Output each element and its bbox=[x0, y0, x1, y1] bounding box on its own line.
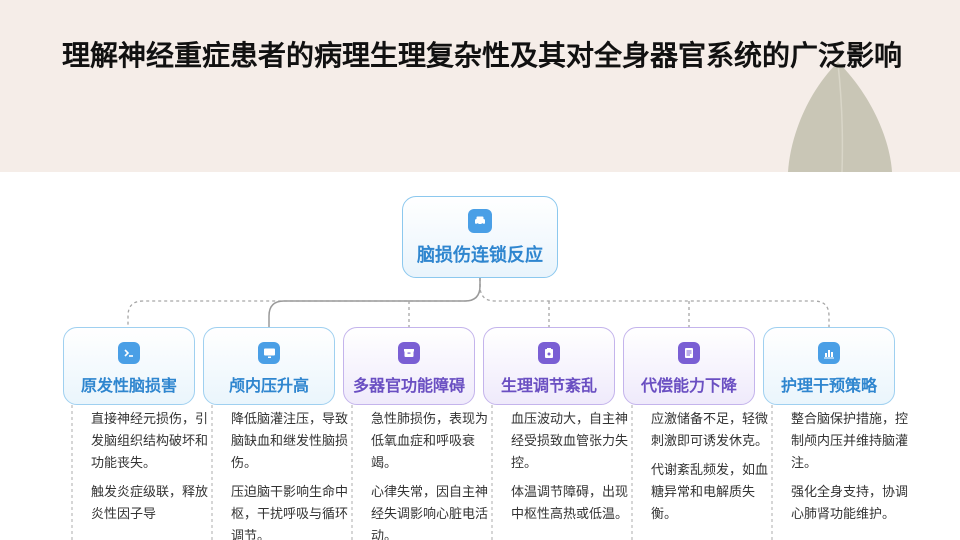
desc-intracranial-pressure: 降低脑灌注压，导致脑缺血和继发性脑损伤。 压迫脑干影响生命中枢，干扰呼吸与循环调… bbox=[231, 409, 357, 540]
desc-nursing-intervention: 整合脑保护措施，控制颅内压并维持脑灌注。 强化全身支持，协调心肺肾功能维护。 bbox=[791, 409, 917, 533]
desc-compensation-decline: 应激储备不足，轻微刺激即可诱发休克。 代谢紊乱频发，如血糖异常和电解质失衡。 bbox=[651, 409, 777, 533]
terminal-icon bbox=[118, 342, 140, 364]
desc-item: 应激储备不足，轻微刺激即可诱发休克。 bbox=[651, 412, 769, 449]
monitor-icon bbox=[258, 342, 280, 364]
root-node[interactable]: 脑损伤连锁反应 bbox=[402, 196, 558, 278]
desc-item: 血压波动大，自主神经受损致血管张力失控。 bbox=[511, 412, 629, 471]
node-nursing-intervention[interactable]: 护理干预策略 bbox=[763, 327, 895, 405]
node-physiological-dysregulation[interactable]: 生理调节紊乱 bbox=[483, 327, 615, 405]
car-icon bbox=[468, 209, 492, 233]
node-label: 护理干预策略 bbox=[780, 376, 877, 395]
node-compensation-decline[interactable]: 代偿能力下降 bbox=[623, 327, 755, 405]
desc-item: 急性肺损伤，表现为低氧血症和呼吸衰竭。 bbox=[371, 412, 489, 471]
document-icon bbox=[678, 342, 700, 364]
bar-chart-icon bbox=[818, 342, 840, 364]
node-label: 代偿能力下降 bbox=[640, 376, 737, 395]
desc-item: 触发炎症级联，释放炎性因子导 bbox=[91, 485, 209, 522]
node-label: 生理调节紊乱 bbox=[500, 376, 597, 395]
node-label: 颅内压升高 bbox=[228, 376, 309, 395]
desc-item: 直接神经元损伤，引发脑组织结构破坏和功能丧失。 bbox=[91, 412, 209, 471]
desc-item: 代谢紊乱频发，如血糖异常和电解质失衡。 bbox=[651, 463, 769, 522]
node-primary-brain-damage[interactable]: 原发性脑损害 bbox=[63, 327, 195, 405]
desc-primary-brain-damage: 直接神经元损伤，引发脑组织结构破坏和功能丧失。 触发炎症级联，释放炎性因子导 bbox=[91, 409, 217, 533]
desc-item: 降低脑灌注压，导致脑缺血和继发性脑损伤。 bbox=[231, 412, 349, 471]
node-multi-organ-dysfunction[interactable]: 多器官功能障碍 bbox=[343, 327, 475, 405]
node-label: 多器官功能障碍 bbox=[352, 376, 465, 395]
desc-physiological-dysregulation: 血压波动大，自主神经受损致血管张力失控。 体温调节障碍，出现中枢性高热或低温。 bbox=[511, 409, 637, 533]
node-intracranial-pressure[interactable]: 颅内压升高 bbox=[203, 327, 335, 405]
root-label: 脑损伤连锁反应 bbox=[417, 245, 543, 266]
box-icon bbox=[398, 342, 420, 364]
desc-item: 压迫脑干影响生命中枢，干扰呼吸与循环调节。 bbox=[231, 485, 349, 540]
desc-item: 体温调节障碍，出现中枢性高热或低温。 bbox=[511, 485, 629, 522]
desc-item: 整合脑保护措施，控制颅内压并维持脑灌注。 bbox=[791, 412, 909, 471]
desc-multi-organ-dysfunction: 急性肺损伤，表现为低氧血症和呼吸衰竭。 心律失常，因自主神经失调影响心脏电活动。 bbox=[371, 409, 497, 540]
node-label: 原发性脑损害 bbox=[80, 376, 177, 395]
desc-item: 强化全身支持，协调心肺肾功能维护。 bbox=[791, 485, 909, 522]
clipboard-icon bbox=[538, 342, 560, 364]
desc-item: 心律失常，因自主神经失调影响心脏电活动。 bbox=[371, 485, 489, 540]
